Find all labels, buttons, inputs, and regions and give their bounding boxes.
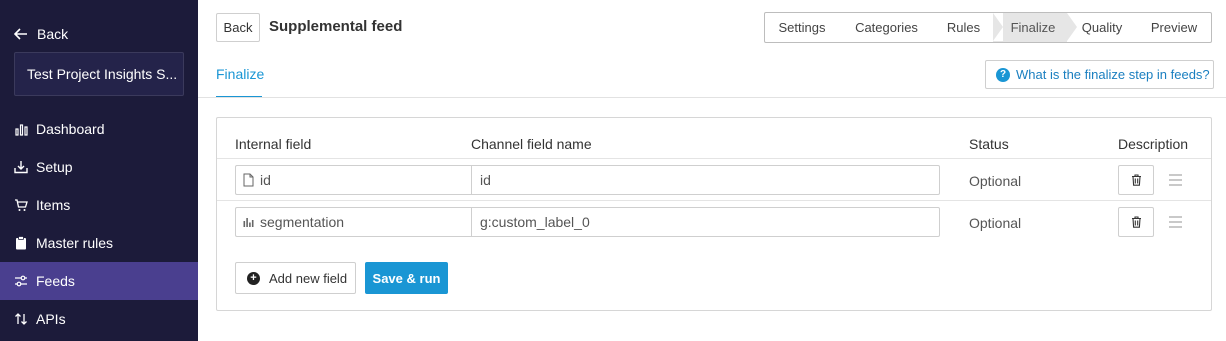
finalize-help-button[interactable]: ? What is the finalize step in feeds? [985, 60, 1214, 89]
step-finalize[interactable]: Finalize [993, 13, 1077, 42]
plus-circle-icon: + [247, 271, 260, 285]
channel-field-input[interactable]: g:custom_label_0 [471, 207, 940, 237]
fields-panel: Internal field Channel field name Status… [216, 117, 1212, 311]
sidebar-item-items[interactable]: Items [0, 186, 198, 224]
status-text: Optional [969, 173, 1022, 189]
sidebar-item-label: Dashboard [36, 121, 105, 137]
sidebar-back-link[interactable]: Back [14, 24, 68, 44]
bar-chart-icon [14, 122, 28, 136]
trash-icon [1131, 216, 1141, 228]
sliders-icon [14, 274, 28, 288]
sidebar-back-label: Back [37, 26, 69, 42]
sidebar-item-master-rules[interactable]: Master rules [0, 224, 198, 262]
main-content: Back Supplemental feed Settings Categori… [198, 0, 1226, 341]
page-title: Supplemental feed [269, 18, 403, 35]
sidebar-item-apis[interactable]: APIs [0, 300, 198, 338]
cart-icon [14, 198, 28, 212]
bar-chart-icon [243, 218, 254, 227]
internal-field-select[interactable]: id [235, 165, 472, 195]
step-preview[interactable]: Preview [1137, 13, 1211, 42]
column-header-channel-field: Channel field name [471, 136, 592, 152]
sidebar-item-dashboard[interactable]: Dashboard [0, 110, 198, 148]
step-navigator: Settings Categories Rules Finalize Quali… [764, 12, 1212, 43]
add-button-label: Add new field [269, 270, 348, 286]
back-button[interactable]: Back [216, 13, 260, 42]
row-divider [217, 200, 1211, 201]
column-header-description: Description [1118, 136, 1189, 152]
internal-field-select[interactable]: segmentation [235, 207, 472, 237]
internal-field-value: id [260, 172, 271, 188]
sidebar-item-label: Items [36, 197, 71, 213]
delete-field-button[interactable] [1118, 207, 1154, 237]
help-button-label: What is the finalize step in feeds? [1016, 67, 1210, 82]
sidebar-item-feeds[interactable]: Feeds [0, 262, 198, 300]
tab-finalize[interactable]: Finalize [216, 66, 264, 82]
arrow-left-icon [14, 28, 27, 40]
project-selector[interactable]: Test Project Insights S... [14, 52, 184, 96]
sidebar-nav: Dashboard Setup Items Master rules Feeds [0, 110, 198, 338]
step-rules[interactable]: Rules [934, 13, 993, 42]
sidebar: Back Test Project Insights S... Dashboar… [0, 0, 198, 341]
column-header-status: Status [969, 136, 1009, 152]
add-new-field-button[interactable]: + Add new field [235, 262, 356, 294]
sidebar-item-label: Setup [36, 159, 73, 175]
internal-field-value: segmentation [260, 214, 345, 230]
save-and-run-button[interactable]: Save & run [365, 262, 448, 294]
sidebar-item-setup[interactable]: Setup [0, 148, 198, 186]
tab-divider [198, 97, 1226, 98]
delete-field-button[interactable] [1118, 165, 1154, 195]
channel-field-input[interactable]: id [471, 165, 940, 195]
question-circle-icon: ? [996, 67, 1010, 82]
clipboard-icon [14, 236, 28, 250]
step-quality[interactable]: Quality [1067, 13, 1137, 42]
download-tray-icon [14, 160, 28, 174]
step-settings[interactable]: Settings [765, 13, 839, 42]
sidebar-item-label: Master rules [36, 235, 114, 251]
document-icon [243, 173, 254, 187]
column-header-internal-field: Internal field [235, 136, 312, 152]
sidebar-item-label: Feeds [36, 273, 75, 289]
step-finalize-label: Finalize [1010, 20, 1056, 35]
sidebar-item-label: APIs [36, 311, 66, 327]
trash-icon [1131, 174, 1141, 186]
drag-handle[interactable] [1169, 174, 1182, 186]
header-divider [217, 158, 1211, 159]
status-text: Optional [969, 215, 1022, 231]
step-categories[interactable]: Categories [839, 13, 934, 42]
drag-handle[interactable] [1169, 216, 1182, 228]
sort-arrows-icon [14, 312, 28, 326]
